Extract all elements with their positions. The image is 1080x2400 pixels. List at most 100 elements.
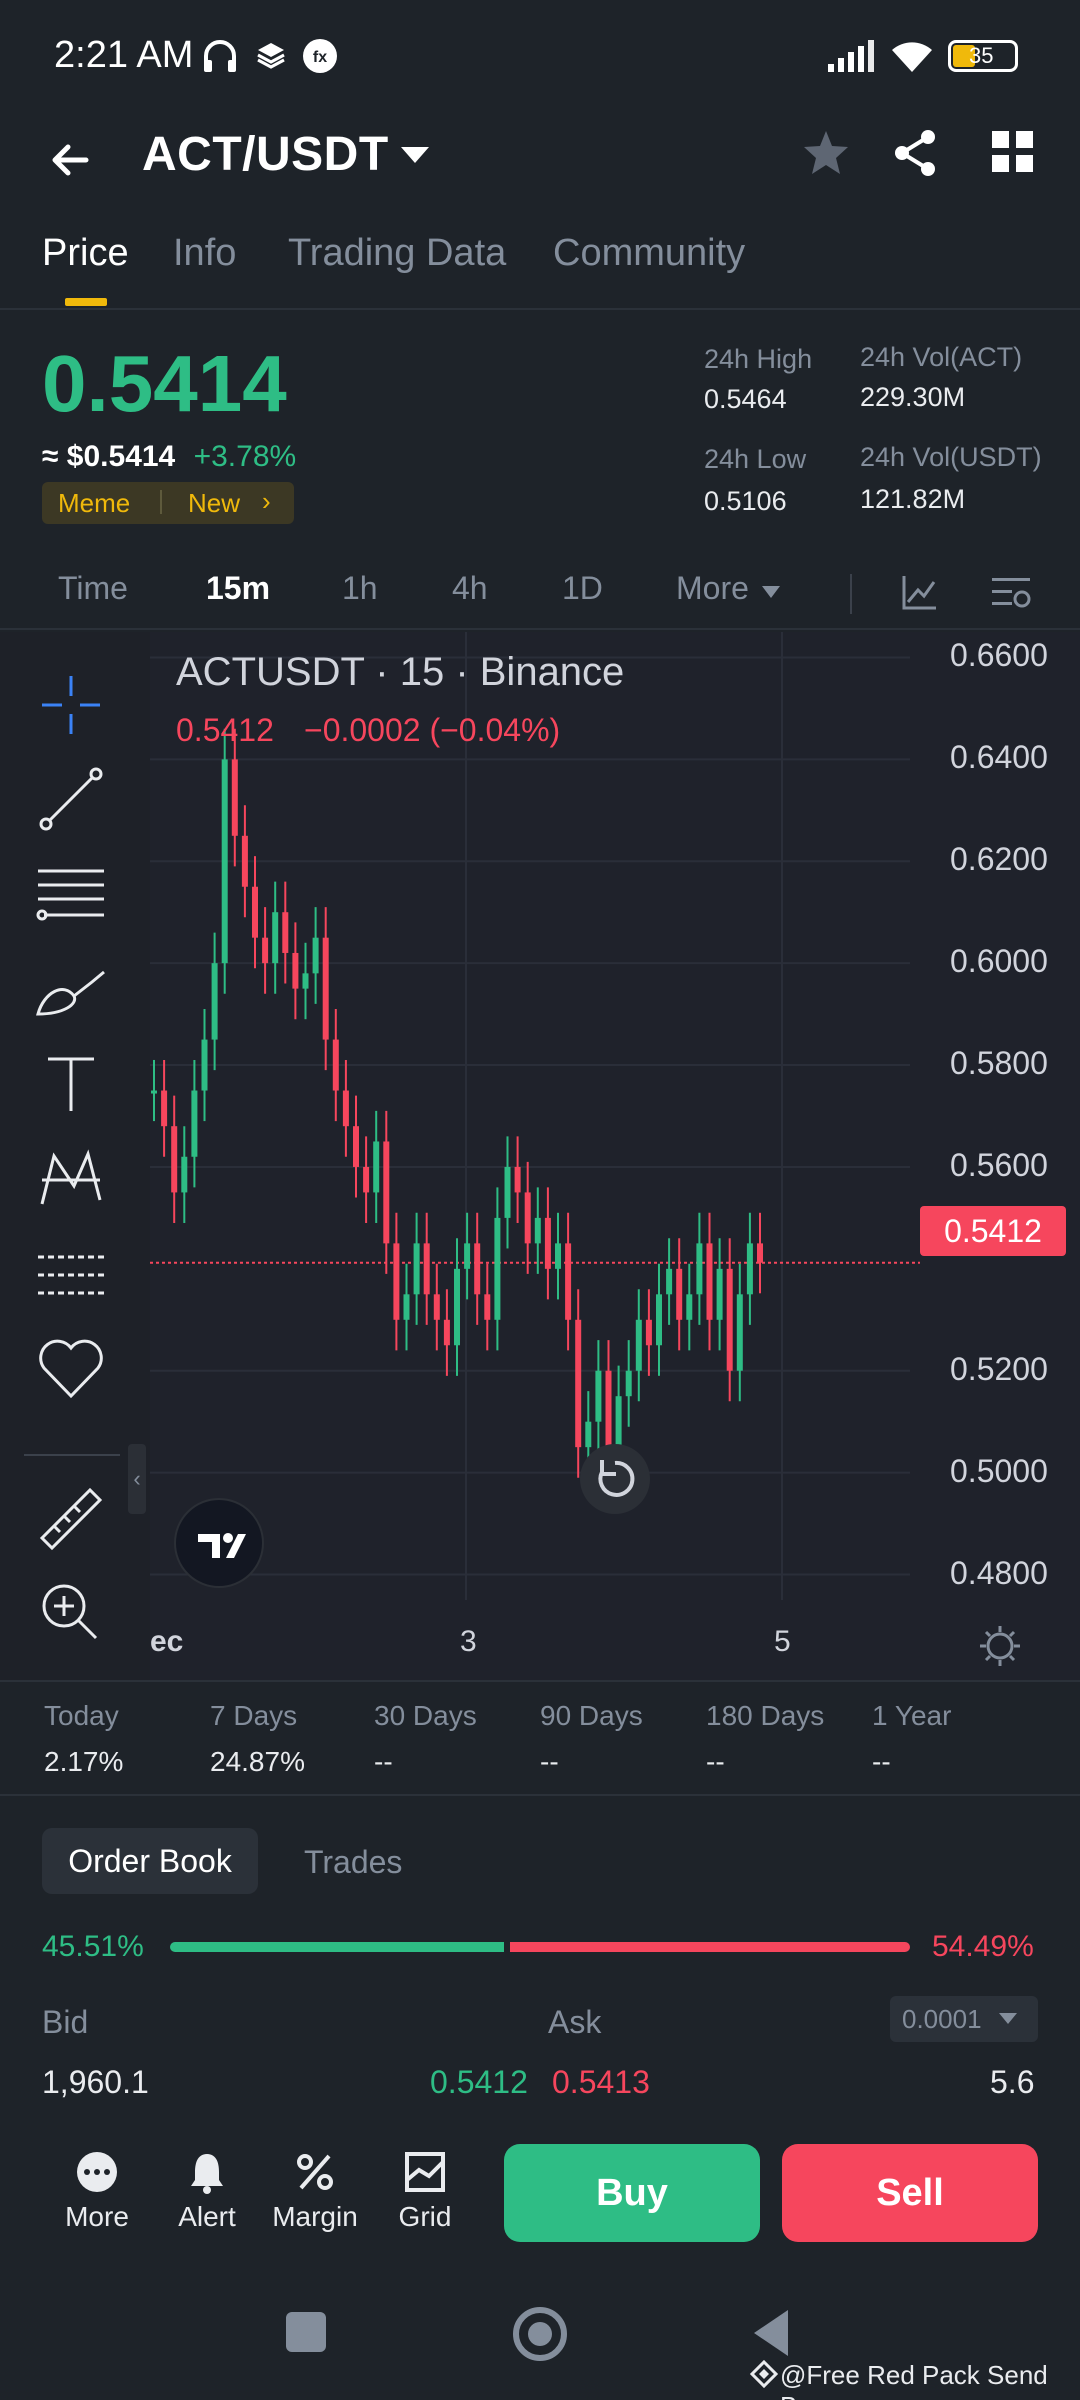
interval-4h[interactable]: 4h xyxy=(452,570,488,607)
price-chart[interactable]: ‹ ACTUSDT · 15 · Binance 0.5412 −0.0002 … xyxy=(0,632,1080,1682)
candle-body xyxy=(686,1294,693,1320)
candle-body xyxy=(191,1090,198,1157)
sell-button[interactable]: Sell xyxy=(782,2144,1038,2242)
interval-15m[interactable]: 15m xyxy=(206,570,270,607)
pair-dropdown-icon[interactable] xyxy=(398,143,432,167)
perf-label: 1 Year xyxy=(872,1700,952,1731)
tag-new[interactable]: New xyxy=(188,488,240,519)
tradingview-logo[interactable] xyxy=(174,1498,264,1588)
candle-body xyxy=(151,1090,157,1094)
star-favorite-icon[interactable] xyxy=(800,127,852,179)
candle-body xyxy=(231,759,238,836)
perf-label: Today xyxy=(44,1700,119,1731)
bell-icon xyxy=(191,2154,223,2194)
high-value: 0.5464 xyxy=(704,384,787,414)
candle-body xyxy=(454,1268,460,1346)
perf-label: 180 Days xyxy=(706,1700,825,1731)
perf-180days: 180 Days -- xyxy=(706,1700,824,1778)
candle-body xyxy=(524,1192,531,1244)
pattern-icon[interactable] xyxy=(34,1142,108,1216)
candle-body xyxy=(252,886,258,938)
prediction-icon[interactable] xyxy=(34,1237,108,1311)
candle-body xyxy=(211,963,218,1040)
x-tick-1: 3 xyxy=(460,1625,477,1658)
tab-info[interactable]: Info xyxy=(173,232,236,275)
bid-price[interactable]: 0.5412 xyxy=(430,2064,528,2101)
ruler-icon[interactable] xyxy=(34,1482,108,1556)
candle-body xyxy=(161,1090,168,1127)
interval-1h[interactable]: 1h xyxy=(342,570,378,607)
tab-price[interactable]: Price xyxy=(42,232,129,275)
more-button[interactable]: More xyxy=(52,2150,142,2233)
interval-time[interactable]: Time xyxy=(58,570,128,607)
back-nav-icon[interactable] xyxy=(752,2308,792,2358)
wifi-icon xyxy=(892,42,932,72)
interval-more[interactable]: More xyxy=(676,570,749,607)
tab-community[interactable]: Community xyxy=(553,232,745,275)
candle-body xyxy=(565,1243,572,1320)
candle-body xyxy=(544,1217,551,1269)
trend-line-icon[interactable] xyxy=(34,762,108,836)
low-value: 0.5106 xyxy=(704,486,787,516)
candle-body xyxy=(423,1243,430,1295)
price-change: +3.78% xyxy=(193,440,297,473)
grid-menu-icon[interactable] xyxy=(990,129,1036,175)
margin-button[interactable]: Margin xyxy=(270,2150,360,2233)
ohlc-value: 0.5412 xyxy=(176,712,274,748)
ask-ratio-fill xyxy=(509,1942,910,1952)
indicator-icon[interactable] xyxy=(900,572,940,612)
headphones-icon xyxy=(204,40,236,72)
low-label: 24h Low xyxy=(704,444,807,474)
back-arrow-icon[interactable] xyxy=(46,135,96,185)
ask-price[interactable]: 0.5413 xyxy=(552,2064,650,2101)
candle-body xyxy=(676,1268,683,1320)
candle-body xyxy=(241,835,248,887)
candle-body xyxy=(656,1294,662,1346)
precision-select[interactable]: 0.0001 xyxy=(890,1996,1038,2042)
collapse-toolbar-icon[interactable]: ‹ xyxy=(128,1444,146,1514)
crosshair-icon[interactable] xyxy=(34,668,108,742)
text-tool-icon[interactable] xyxy=(34,1047,108,1121)
brightness-settings-icon[interactable] xyxy=(978,1624,1022,1668)
share-icon[interactable] xyxy=(890,127,942,179)
y-tick-label: 0.6200 xyxy=(950,841,1048,878)
x-tick-2: 5 xyxy=(774,1625,791,1658)
buy-button[interactable]: Buy xyxy=(504,2144,760,2242)
current-price-label: 0.5412 xyxy=(920,1206,1066,1256)
grid-button[interactable]: Grid xyxy=(380,2150,470,2233)
tab-trading-data[interactable]: Trading Data xyxy=(288,232,506,275)
more-label: More xyxy=(65,2201,129,2232)
home-icon[interactable] xyxy=(512,2306,568,2362)
fib-lines-icon[interactable] xyxy=(34,857,108,931)
x-tick-0: ec xyxy=(150,1625,184,1658)
tab-order-book[interactable]: Order Book xyxy=(42,1828,258,1894)
interval-1d[interactable]: 1D xyxy=(562,570,603,607)
tag-meme[interactable]: Meme xyxy=(58,488,130,519)
vol-act-value: 229.30M xyxy=(860,382,966,412)
chart-settings-icon[interactable] xyxy=(990,572,1032,614)
high-label: 24h High xyxy=(704,344,813,374)
perf-90days: 90 Days -- xyxy=(540,1700,643,1778)
y-tick-label: 0.5600 xyxy=(950,1146,1048,1183)
candle-body xyxy=(221,759,228,964)
heart-favorites-icon[interactable] xyxy=(34,1332,108,1406)
candle-body xyxy=(181,1156,188,1193)
candle-body xyxy=(474,1243,481,1295)
candle-body xyxy=(726,1268,733,1371)
tab-trades[interactable]: Trades xyxy=(304,1844,402,1881)
app-notification-icon: fx xyxy=(303,39,337,73)
candle-body xyxy=(282,912,289,953)
chevron-right-icon: › xyxy=(262,486,271,516)
reset-chart-button[interactable] xyxy=(580,1444,650,1514)
candles-plot[interactable] xyxy=(150,632,1080,1682)
brush-icon[interactable] xyxy=(34,952,108,1026)
bid-column-label: Bid xyxy=(42,2004,89,2040)
pair-title[interactable]: ACT/USDT xyxy=(142,127,389,182)
perf-7days: 7 Days 24.87% xyxy=(210,1700,305,1778)
alert-button[interactable]: Alert xyxy=(162,2150,252,2233)
candle-body xyxy=(353,1126,359,1167)
bid-percent: 45.51% xyxy=(42,1930,144,1963)
tag-chips[interactable]: Meme New › xyxy=(42,482,294,524)
recents-icon[interactable] xyxy=(286,2312,326,2352)
more-dots-icon xyxy=(77,2152,117,2192)
